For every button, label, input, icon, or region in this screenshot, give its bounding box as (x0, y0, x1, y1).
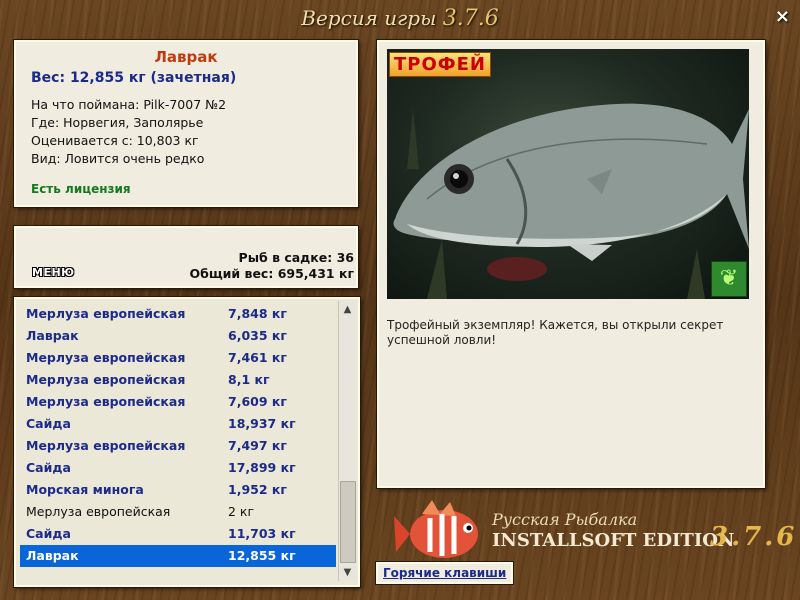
fish-name: Лаврак (154, 48, 218, 66)
catch-row-weight: 6,035 кг (228, 328, 287, 343)
catch-row[interactable]: Сайда 18,937 кг (20, 413, 336, 435)
catch-list: Мерлуза европейская 7,848 кг Лаврак 6,035 к… (14, 297, 360, 587)
close-icon[interactable]: × (775, 6, 790, 27)
catch-row-weight: 7,461 кг (228, 350, 287, 365)
title-text: Версия игры (301, 6, 437, 30)
catch-row[interactable]: Мерлуза европейская 8,1 кг (20, 369, 336, 391)
logo-line2: INSTALLSOFT EDITION (492, 530, 735, 551)
window-title: Версия игры 3.7.6 (0, 6, 800, 31)
catch-row-weight: 18,937 кг (228, 416, 296, 431)
catch-row-name: Мерлуза европейская (26, 504, 171, 519)
catch-row[interactable]: Сайда 11,703 кг (20, 523, 336, 545)
hotkeys-button[interactable]: Горячие клавиши (376, 562, 514, 584)
catch-row-weight: 17,899 кг (228, 460, 296, 475)
logo-version: 3.7.6 (710, 522, 798, 552)
license-status: Есть лицензия (31, 182, 131, 196)
catch-row[interactable]: Мерлуза европейская 7,609 кг (20, 391, 336, 413)
fish-photo: ТРОФЕЙ ❦ (387, 49, 749, 299)
trophy-description: Трофейный экземпляр! Кажется, вы открыли… (387, 318, 724, 347)
scroll-up-icon[interactable]: ▲ (339, 301, 356, 318)
menu-button[interactable]: МЕНЮ (32, 266, 75, 279)
catch-row-name: Лаврак (26, 548, 79, 563)
catch-row-name: Морская минога (26, 482, 144, 497)
catch-row[interactable]: Мерлуза европейская 7,461 кг (20, 347, 336, 369)
catch-row-name: Сайда (26, 460, 71, 475)
catch-row[interactable]: Лаврак 6,035 кг (20, 325, 336, 347)
scrollbar[interactable]: ▲ ▼ (338, 301, 356, 581)
fish-count: Рыб в садке: 36 (238, 250, 354, 265)
game-logo: Русская Рыбалка INSTALLSOFT EDITION 3.7.… (392, 492, 794, 572)
scroll-down-icon[interactable]: ▼ (339, 564, 356, 581)
catch-row-weight: 8,1 кг (228, 372, 270, 387)
catch-row[interactable]: Мерлуза европейская 7,497 кг (20, 435, 336, 457)
catch-row-weight: 2 кг (228, 504, 255, 519)
title-version: 3.7.6 (442, 6, 499, 31)
catch-row-name: Мерлуза европейская (26, 350, 186, 365)
catch-row-name: Мерлуза европейская (26, 394, 186, 409)
catch-row[interactable]: Мерлуза европейская 2 кг (20, 501, 336, 523)
logo-line1: Русская Рыбалка (492, 510, 638, 529)
catch-row-weight: 11,703 кг (228, 526, 296, 541)
catch-rows: Мерлуза европейская 7,848 кг Лаврак 6,035 к… (20, 303, 336, 567)
butterfly-icon[interactable]: ❦ (711, 261, 747, 297)
fish-weight: Вес: 12,855 кг (зачетная) (31, 70, 237, 86)
catch-row-weight: 7,497 кг (228, 438, 287, 453)
fish-info-panel: Лаврак Вес: 12,855 кг (зачетная) На что … (14, 40, 358, 207)
catch-row[interactable]: Сайда 17,899 кг (20, 457, 336, 479)
catch-row-weight: 7,848 кг (228, 306, 287, 321)
catch-row[interactable]: Лаврак 12,855 кг (20, 545, 336, 567)
trophy-badge: ТРОФЕЙ (389, 52, 491, 77)
keepnet-panel: МЕНЮ Рыб в садке: 36 Общий вес: 695,431 … (14, 226, 358, 288)
catch-row-weight: 7,609 кг (228, 394, 287, 409)
caught-on: На что поймана: Pilk-7007 №2 (31, 97, 227, 112)
catch-location: Где: Норвегия, Заполярье (31, 115, 204, 130)
catch-row-name: Сайда (26, 416, 71, 431)
catch-row-name: Мерлуза европейская (26, 372, 186, 387)
catch-row-weight: 12,855 кг (228, 548, 296, 563)
total-weight: Общий вес: 695,431 кг (189, 266, 355, 281)
catch-row-name: Лаврак (26, 328, 79, 343)
catch-row-weight: 1,952 кг (228, 482, 287, 497)
fish-rarity: Вид: Ловится очень редко (31, 151, 205, 166)
catch-row-name: Сайда (26, 526, 71, 541)
logo-fish-icon (394, 500, 478, 558)
scroll-thumb[interactable] (340, 481, 356, 563)
catch-row[interactable]: Мерлуза европейская 7,848 кг (20, 303, 336, 325)
fish-illustration (393, 103, 749, 299)
rated-from: Оценивается с: 10,803 кг (31, 133, 199, 148)
catch-row[interactable]: Морская минога 1,952 кг (20, 479, 336, 501)
trophy-panel: ТРОФЕЙ ❦ Трофейный экземпляр! Кажется, в… (377, 40, 765, 488)
catch-row-name: Мерлуза европейская (26, 306, 186, 321)
catch-row-name: Мерлуза европейская (26, 438, 186, 453)
